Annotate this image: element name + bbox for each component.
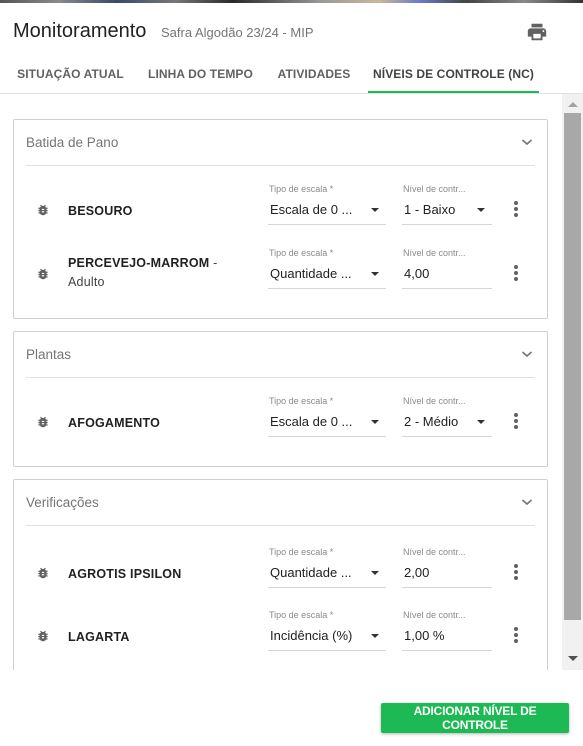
dropdown-caret-icon	[371, 272, 379, 276]
control-level-value: 1 - Baixo	[404, 202, 456, 217]
control-level-value: 1,00 %	[404, 628, 445, 643]
control-level-label: Nível de contr...	[403, 184, 466, 194]
more-options-icon[interactable]	[510, 264, 522, 282]
list-item: PERCEVEJO-MARROM - Adulto Tipo de escala…	[14, 244, 547, 300]
control-level-value: 2 - Médio	[404, 414, 459, 429]
control-level-label: Nível de contr...	[403, 396, 466, 406]
control-level-value: 2,00	[404, 565, 430, 580]
scale-type-value: Escala de 0 ...	[270, 202, 353, 217]
group-title: Batida de Pano	[26, 135, 119, 150]
add-control-level-button[interactable]: ADICIONAR NÍVEL DE CONTROLE	[381, 703, 569, 733]
group-header[interactable]: Plantas	[26, 332, 535, 378]
scale-type-label: Tipo de escala *	[269, 184, 334, 194]
vertical-scrollbar[interactable]	[562, 94, 583, 670]
dropdown-caret-icon	[371, 634, 379, 638]
control-level-select[interactable]: Nível de contr... 1 - Baixo	[402, 184, 492, 230]
scale-type-value: Incidência (%)	[270, 628, 353, 643]
dropdown-caret-icon	[371, 571, 379, 575]
scale-type-label: Tipo de escala *	[269, 248, 334, 258]
group-title: Verificações	[26, 495, 99, 510]
page-subtitle: Safra Algodão 23/24 - MIP	[161, 25, 314, 40]
pest-name: BESOURO	[68, 204, 133, 218]
control-level-input[interactable]: Nível de contr... 4,00	[402, 248, 492, 294]
bug-icon	[38, 204, 48, 216]
more-options-icon[interactable]	[510, 412, 522, 430]
chevron-down-icon	[521, 139, 533, 146]
bug-icon	[38, 567, 48, 579]
tab-niveis-de-controle[interactable]: NÍVEIS DE CONTROLE (NC)	[368, 59, 539, 93]
control-level-label: Nível de contr...	[403, 547, 466, 557]
more-options-icon[interactable]	[510, 626, 522, 644]
page-header: Monitoramento Safra Algodão 23/24 - MIP …	[0, 3, 583, 94]
bug-icon	[38, 268, 48, 280]
tab-linha-do-tempo[interactable]: LINHA DO TEMPO	[141, 59, 260, 93]
control-level-label: Nível de contr...	[403, 610, 466, 620]
control-level-input[interactable]: Nível de contr... 2,00	[402, 547, 492, 593]
scale-type-select[interactable]: Tipo de escala * Escala de 0 ...	[268, 184, 386, 230]
printer-icon	[527, 23, 547, 41]
pest-name: LAGARTA	[68, 630, 130, 644]
dropdown-caret-icon	[371, 208, 379, 212]
pest-stage: Adulto	[68, 275, 105, 289]
print-button[interactable]	[526, 21, 548, 43]
list-item: AFOGAMENTO Tipo de escala * Escala de 0 …	[14, 392, 547, 448]
scale-type-value: Quantidade ...	[270, 565, 352, 580]
dropdown-caret-icon	[371, 420, 379, 424]
scale-type-label: Tipo de escala *	[269, 610, 334, 620]
control-level-select[interactable]: Nível de contr... 2 - Médio	[402, 396, 492, 442]
more-options-icon[interactable]	[510, 563, 522, 581]
group-card-batida-de-pano: Batida de Pano BESOURO Tipo de escala * …	[13, 119, 548, 319]
dropdown-caret-icon	[477, 208, 485, 212]
control-level-input[interactable]: Nível de contr... 1,00 %	[402, 610, 492, 656]
tab-situacao-atual[interactable]: SITUAÇÃO ATUAL	[0, 59, 141, 93]
group-title: Plantas	[26, 347, 72, 362]
scale-type-select[interactable]: Tipo de escala * Incidência (%)	[268, 610, 386, 656]
scroll-up-arrow-icon[interactable]	[568, 102, 578, 107]
dropdown-caret-icon	[477, 420, 485, 424]
content-scroll-area: Batida de Pano BESOURO Tipo de escala * …	[0, 94, 583, 670]
control-level-label: Nível de contr...	[403, 248, 466, 258]
tab-atividades[interactable]: ATIVIDADES	[260, 59, 368, 93]
scrollbar-thumb[interactable]	[564, 113, 581, 620]
pest-name: PERCEVEJO-MARROM	[68, 256, 210, 270]
scroll-down-arrow-icon[interactable]	[568, 656, 578, 661]
bug-icon	[38, 630, 48, 642]
page-title: Monitoramento	[13, 20, 147, 42]
scale-type-select[interactable]: Tipo de escala * Quantidade ...	[268, 547, 386, 593]
pest-name: AGROTIS IPSILON	[68, 567, 182, 581]
bug-icon	[38, 416, 48, 428]
list-item: AGROTIS IPSILON Tipo de escala * Quantid…	[14, 543, 547, 599]
list-item: BESOURO Tipo de escala * Escala de 0 ...…	[14, 180, 547, 236]
more-options-icon[interactable]	[510, 200, 522, 218]
pest-name-block: PERCEVEJO-MARROM - Adulto	[68, 256, 218, 289]
scale-type-value: Quantidade ...	[270, 266, 352, 281]
scale-type-value: Escala de 0 ...	[270, 414, 353, 429]
control-level-value: 4,00	[404, 266, 430, 281]
list-item: LAGARTA Tipo de escala * Incidência (%) …	[14, 606, 547, 662]
group-card-verificacoes: Verificações AGROTIS IPSILON Tipo de esc…	[13, 479, 548, 670]
group-header[interactable]: Batida de Pano	[26, 120, 535, 166]
scale-type-label: Tipo de escala *	[269, 547, 334, 557]
pest-name: AFOGAMENTO	[68, 416, 161, 430]
scale-type-select[interactable]: Tipo de escala * Escala de 0 ...	[268, 396, 386, 442]
group-header[interactable]: Verificações	[26, 480, 535, 526]
scale-type-select[interactable]: Tipo de escala * Quantidade ...	[268, 248, 386, 294]
chevron-down-icon	[521, 351, 533, 358]
chevron-down-icon	[521, 499, 533, 506]
scale-type-label: Tipo de escala *	[269, 396, 334, 406]
group-card-plantas: Plantas AFOGAMENTO Tipo de escala * Esca…	[13, 331, 548, 467]
